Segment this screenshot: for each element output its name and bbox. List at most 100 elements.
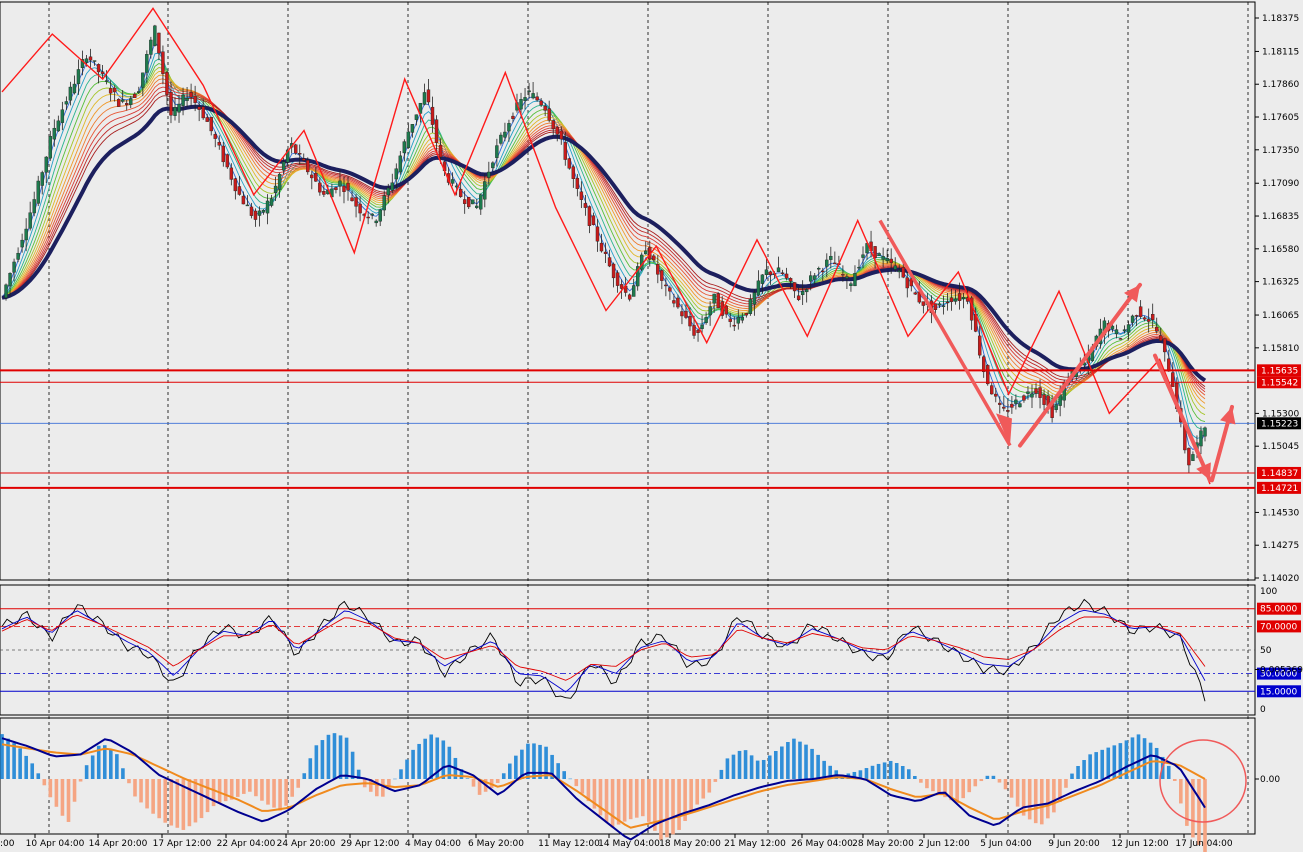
candle-body (998, 402, 1002, 405)
macd-histogram-bar (876, 763, 881, 779)
candle-body (752, 292, 757, 305)
macd-histogram-bar (42, 779, 47, 786)
macd-histogram-bar (175, 779, 180, 828)
price-tick-label: 1.16325 (1262, 278, 1299, 288)
candle-body (953, 298, 958, 302)
macd-histogram-bar (677, 779, 681, 830)
candle-body (233, 178, 238, 192)
macd-histogram-bar (205, 779, 210, 813)
candle-body (153, 25, 157, 46)
candle-body (716, 293, 720, 309)
candle-body (169, 92, 173, 116)
candle-body (1155, 326, 1159, 332)
candle-body (607, 257, 612, 267)
candle-body (736, 316, 740, 324)
background-layer (0, 0, 1303, 852)
macd-histogram-bar (580, 779, 585, 794)
candle-body (672, 300, 676, 304)
candle-body (310, 174, 314, 179)
macd-histogram-bar (314, 745, 319, 779)
candle-body (857, 266, 861, 269)
macd-histogram-bar (973, 779, 978, 787)
macd-histogram-bar (217, 779, 222, 803)
candle-body (692, 325, 696, 336)
macd-histogram-bar (242, 779, 246, 794)
macd-histogram-bar (773, 750, 778, 779)
candle-body (1171, 372, 1175, 387)
candle-body (800, 291, 805, 296)
candle-body (100, 71, 105, 74)
macd-histogram-bar (894, 763, 899, 779)
candle-body (567, 158, 572, 169)
candle-body (631, 285, 636, 297)
candle-body (386, 187, 390, 196)
candle-body (595, 226, 600, 242)
candle-body (129, 98, 133, 105)
candle-body (12, 261, 16, 273)
candle-body (104, 80, 109, 82)
macd-histogram-bar (1064, 779, 1068, 788)
macd-histogram-bar (1094, 752, 1098, 779)
macd-histogram-bar (1052, 779, 1056, 813)
time-tick-label: 21 May 12:00 (724, 839, 786, 849)
macd-histogram-bar (338, 735, 343, 779)
macd-histogram-bar (1027, 779, 1032, 820)
candle-body (1114, 329, 1119, 335)
candle-body (499, 134, 503, 144)
time-tick-label: 4 May 04:00 (405, 839, 461, 849)
time-tick-label: 6 May 20:00 (468, 839, 524, 849)
macd-histogram-bar (30, 763, 35, 779)
candle-body (414, 114, 419, 120)
macd-histogram-bar (906, 769, 911, 779)
candle-body (853, 273, 857, 287)
candle-body (652, 255, 656, 261)
candle-body (185, 98, 189, 101)
candle-body (64, 101, 69, 105)
macd-histogram-bar (411, 749, 415, 779)
candle-body (1122, 329, 1127, 332)
candle-body (760, 274, 765, 284)
time-tick-label: 5 Jun 04:00 (980, 839, 1032, 849)
macd-histogram-bar (78, 779, 83, 782)
candle-body (173, 107, 177, 116)
macd-histogram-bar (381, 779, 385, 797)
macd-histogram-bar (308, 758, 313, 779)
macd-histogram-bar (1009, 779, 1014, 798)
macd-histogram-bar (0, 734, 4, 779)
candle-body (201, 106, 205, 119)
macd-histogram-bar (556, 763, 560, 779)
candle-body (921, 301, 926, 306)
macd-histogram-bar (1118, 743, 1123, 779)
price-tick-label: 1.17090 (1262, 179, 1299, 189)
macd-histogram-bar (272, 779, 276, 808)
macd-histogram-bar (864, 768, 869, 779)
level-tag-label: 1.14837 (1261, 469, 1298, 479)
macd-histogram-bar (713, 779, 718, 782)
candle-body (784, 273, 789, 279)
candle-body (36, 180, 40, 204)
macd-histogram-bar (127, 779, 131, 784)
macd-histogram-bar (1076, 766, 1080, 779)
candle-body (88, 56, 93, 61)
candle-body (495, 145, 499, 158)
candle-body (644, 250, 648, 255)
macd-histogram-bar (320, 740, 325, 779)
candle-body (728, 318, 732, 322)
candle-body (197, 106, 201, 110)
candle-body (213, 134, 217, 139)
macd-histogram-bar (1130, 737, 1135, 779)
candle-body (161, 51, 165, 74)
candle-body (281, 161, 286, 171)
candle-body (563, 142, 567, 160)
candle-body (92, 60, 97, 62)
candle-body (615, 272, 620, 286)
candle-body (949, 297, 954, 302)
candle-body (471, 199, 475, 205)
macd-histogram-bar (139, 779, 143, 803)
current-price-label: 1.15223 (1261, 419, 1298, 429)
macd-histogram-bar (1088, 754, 1092, 779)
macd-histogram-bar (1033, 779, 1038, 824)
candle-body (157, 32, 161, 54)
candle-body (193, 95, 197, 103)
macd-histogram-bar (544, 746, 548, 779)
